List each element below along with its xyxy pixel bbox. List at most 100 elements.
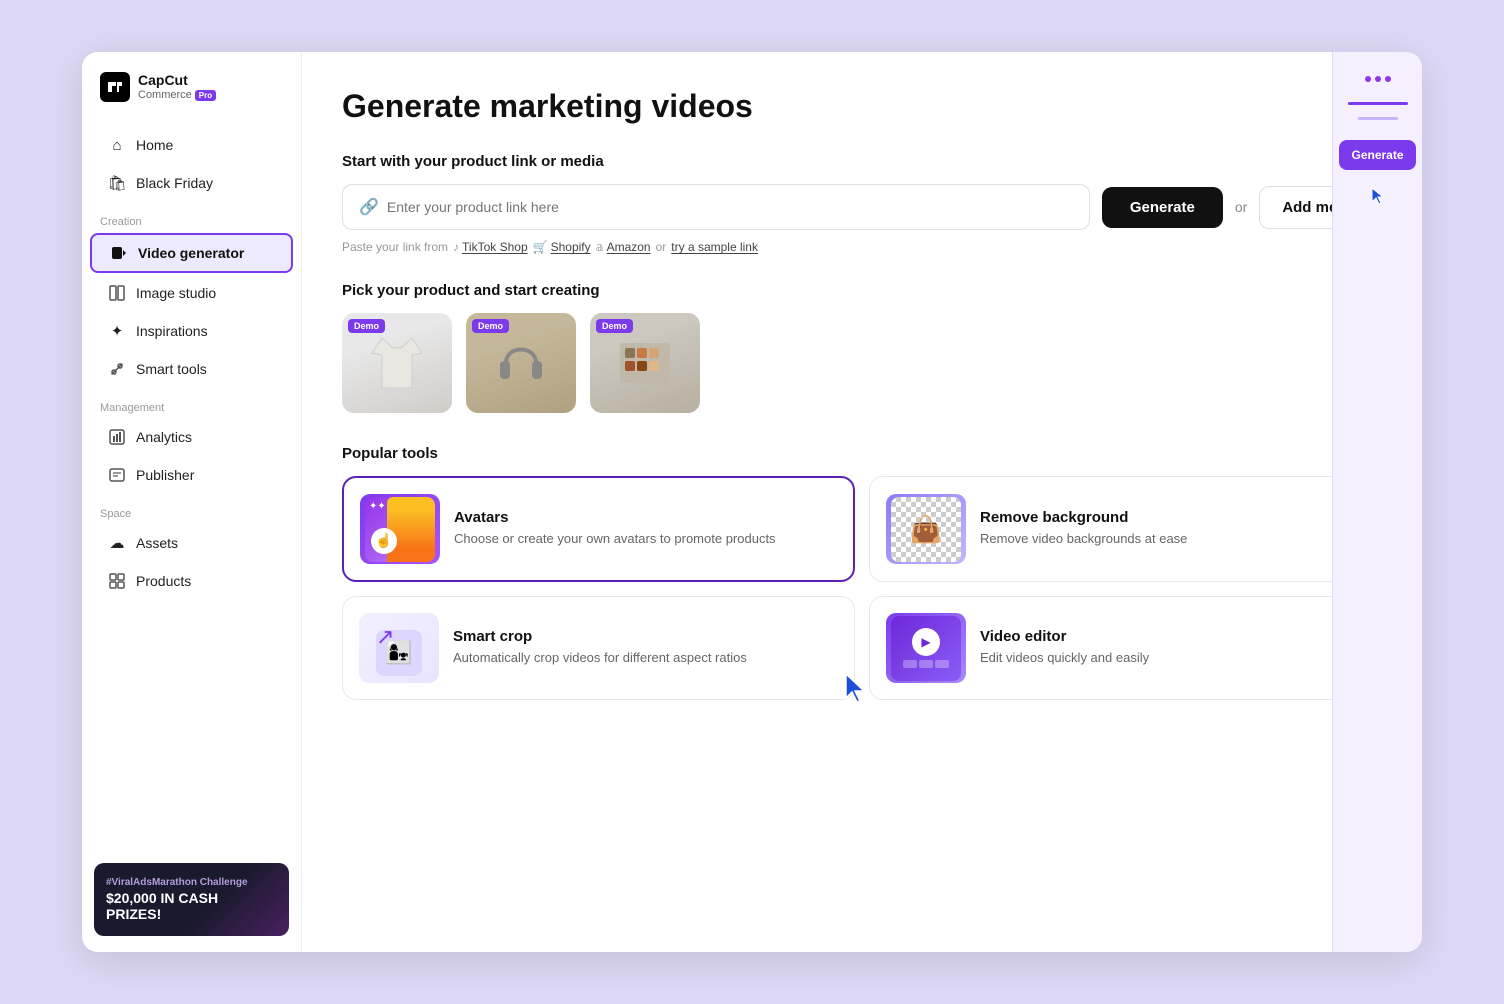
link-input-wrapper[interactable]: 🔗 bbox=[342, 184, 1090, 230]
panel-generate-button[interactable]: Generate bbox=[1339, 140, 1415, 170]
tool-card-video-editor[interactable]: ▶ Video editor Edit videos quickly and e… bbox=[869, 596, 1382, 700]
remove-bg-visual: 👜 bbox=[891, 497, 961, 562]
sidebar-item-video-generator[interactable]: Video generator bbox=[90, 233, 293, 273]
video-editor-info: Video editor Edit videos quickly and eas… bbox=[980, 628, 1365, 667]
demo-badge-headphones: Demo bbox=[472, 319, 509, 333]
input-section-label: Start with your product link or media bbox=[342, 153, 1382, 170]
sidebar-item-image-studio[interactable]: Image studio bbox=[90, 275, 293, 311]
creation-section-label: Creation bbox=[82, 202, 301, 232]
promo-hashtag: #ViralAdsMarathon Challenge bbox=[106, 877, 277, 888]
video-gen-icon bbox=[110, 244, 128, 262]
tool-card-remove-bg[interactable]: 👜 Remove background Remove video backgro… bbox=[869, 476, 1382, 582]
remove-bg-info: Remove background Remove video backgroun… bbox=[980, 509, 1365, 548]
crop-visual: ↗ 👩‍👧 bbox=[364, 616, 434, 681]
paste-hint: Paste your link from ♪ TikTok Shop 🛒 Sho… bbox=[342, 240, 1382, 254]
shopify-link[interactable]: Shopify bbox=[551, 240, 591, 254]
tool-card-smart-crop[interactable]: ↗ 👩‍👧 Smart crop Automatically crop vide… bbox=[342, 596, 855, 700]
film-cell bbox=[919, 660, 933, 668]
demo-badge-makeup: Demo bbox=[596, 319, 633, 333]
promo-amount: $20,000 IN CASH PRIZES! bbox=[106, 890, 277, 922]
product-grid: Demo Demo bbox=[342, 313, 1382, 413]
video-editor-name: Video editor bbox=[980, 628, 1365, 645]
avatar-face bbox=[387, 497, 435, 562]
product-card-makeup[interactable]: Demo bbox=[590, 313, 700, 413]
sidebar-item-assets[interactable]: ☁ Assets bbox=[90, 525, 293, 561]
film-cell bbox=[935, 660, 949, 668]
shopify-icon: 🛒 bbox=[533, 240, 548, 254]
product-link-input[interactable] bbox=[387, 199, 1073, 215]
sidebar-item-publisher[interactable]: Publisher bbox=[90, 457, 293, 493]
avatars-desc: Choose or create your own avatars to pro… bbox=[454, 530, 837, 548]
space-section-label: Space bbox=[82, 494, 301, 524]
right-panel-peek: Generate bbox=[1332, 52, 1422, 952]
products-section-label: Pick your product and start creating bbox=[342, 282, 1382, 299]
logo-area: CapCut Commerce Pro bbox=[82, 72, 301, 126]
or-text: or bbox=[1235, 199, 1247, 215]
generate-button[interactable]: Generate bbox=[1102, 187, 1223, 228]
sidebar-item-black-friday[interactable]: 🛍 Black Friday bbox=[90, 165, 293, 201]
dot3 bbox=[1385, 76, 1391, 82]
input-row: 🔗 Generate or Add media bbox=[342, 184, 1382, 230]
remove-bg-desc: Remove video backgrounds at ease bbox=[980, 530, 1365, 548]
smart-crop-icon-box: ↗ 👩‍👧 bbox=[359, 613, 439, 683]
tools-icon bbox=[108, 360, 126, 378]
amazon-platform: 𝕒 Amazon bbox=[596, 240, 651, 254]
avatars-name: Avatars bbox=[454, 509, 837, 526]
page-title: Generate marketing videos bbox=[342, 88, 1382, 125]
sidebar: CapCut Commerce Pro ⌂ Home 🛍 Black Frida… bbox=[82, 52, 302, 952]
analytics-icon bbox=[108, 428, 126, 446]
remove-bg-icon-box: 👜 bbox=[886, 494, 966, 564]
sub-brand: Commerce Pro bbox=[138, 89, 216, 102]
crop-arrow-icon: ↗ bbox=[376, 624, 394, 650]
shopify-platform: 🛒 Shopify bbox=[533, 240, 591, 254]
link-icon: 🔗 bbox=[359, 197, 379, 217]
sidebar-item-home[interactable]: ⌂ Home bbox=[90, 127, 293, 163]
home-icon: ⌂ bbox=[108, 136, 126, 154]
inspire-icon: ✦ bbox=[108, 322, 126, 340]
management-section-label: Management bbox=[82, 388, 301, 418]
tools-section-label: Popular tools bbox=[342, 445, 1382, 462]
panel-line2 bbox=[1358, 117, 1398, 120]
avatar-hand: ☝ bbox=[371, 528, 397, 554]
avatars-icon-box: ☝ ✦✦ bbox=[360, 494, 440, 564]
film-strip bbox=[903, 660, 949, 668]
assets-icon: ☁ bbox=[108, 534, 126, 552]
amazon-link[interactable]: Amazon bbox=[607, 240, 651, 254]
products-icon bbox=[108, 572, 126, 590]
sidebar-item-products[interactable]: Products bbox=[90, 563, 293, 599]
amazon-icon: 𝕒 bbox=[596, 240, 604, 254]
product-card-headphones[interactable]: Demo bbox=[466, 313, 576, 413]
play-button-icon: ▶ bbox=[912, 628, 940, 656]
product-card-shirt[interactable]: Demo bbox=[342, 313, 452, 413]
remove-bg-name: Remove background bbox=[980, 509, 1365, 526]
dot1 bbox=[1365, 76, 1371, 82]
checker-pattern: 👜 bbox=[891, 497, 961, 562]
avatar-visual: ☝ ✦✦ bbox=[365, 497, 435, 562]
sidebar-item-analytics[interactable]: Analytics bbox=[90, 419, 293, 455]
sample-link[interactable]: try a sample link bbox=[671, 240, 758, 254]
panel-line1 bbox=[1348, 102, 1408, 105]
bag-icon: 🛍 bbox=[108, 174, 126, 192]
smart-crop-desc: Automatically crop videos for different … bbox=[453, 649, 838, 667]
sidebar-item-smart-tools[interactable]: Smart tools bbox=[90, 351, 293, 387]
video-editor-visual: ▶ bbox=[891, 616, 961, 681]
dot2 bbox=[1375, 76, 1381, 82]
image-studio-icon bbox=[108, 284, 126, 302]
promo-banner[interactable]: #ViralAdsMarathon Challenge $20,000 IN C… bbox=[94, 863, 289, 936]
logo-text: CapCut Commerce Pro bbox=[138, 72, 216, 102]
tools-grid: ☝ ✦✦ Avatars Choose or create your own a… bbox=[342, 476, 1382, 700]
tiktok-platform: ♪ TikTok Shop bbox=[453, 240, 528, 254]
main-content: Generate marketing videos Start with you… bbox=[302, 52, 1422, 952]
film-cell bbox=[903, 660, 917, 668]
sidebar-item-inspirations[interactable]: ✦ Inspirations bbox=[90, 313, 293, 349]
panel-cursor bbox=[1369, 186, 1387, 211]
brand-name: CapCut bbox=[138, 72, 216, 89]
tiktok-link[interactable]: TikTok Shop bbox=[462, 240, 528, 254]
app-window: CapCut Commerce Pro ⌂ Home 🛍 Black Frida… bbox=[82, 52, 1422, 952]
tiktok-icon: ♪ bbox=[453, 240, 459, 254]
pro-badge: Pro bbox=[195, 90, 216, 102]
smart-crop-info: Smart crop Automatically crop videos for… bbox=[453, 628, 838, 667]
tool-card-avatars[interactable]: ☝ ✦✦ Avatars Choose or create your own a… bbox=[342, 476, 855, 582]
video-editor-desc: Edit videos quickly and easily bbox=[980, 649, 1365, 667]
smart-crop-name: Smart crop bbox=[453, 628, 838, 645]
